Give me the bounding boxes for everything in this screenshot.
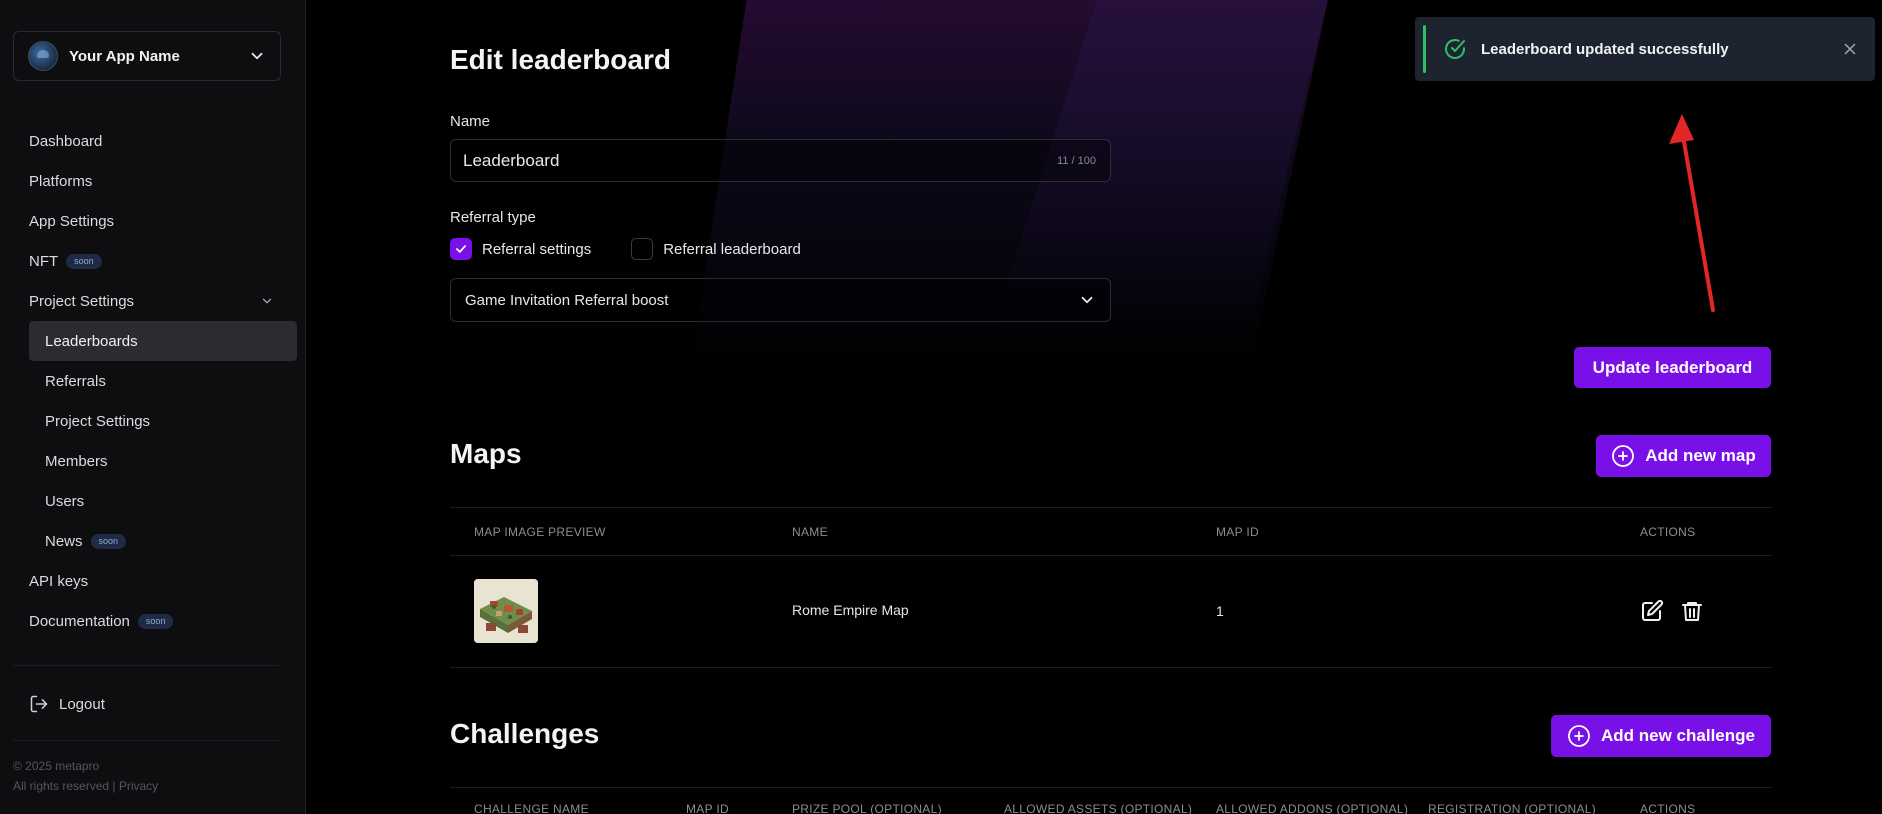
- map-name: Rome Empire Map: [792, 602, 909, 618]
- add-new-map-button[interactable]: Add new map: [1596, 435, 1771, 477]
- sidebar-item-project-settings[interactable]: Project Settings: [0, 401, 306, 441]
- column-header: REGISTRATION (OPTIONAL): [1428, 802, 1597, 814]
- plus-circle-icon: [1568, 725, 1590, 747]
- logout-label: Logout: [59, 695, 105, 713]
- trash-icon[interactable]: [1680, 599, 1704, 623]
- name-input-value: Leaderboard: [463, 151, 560, 170]
- toast-message: Leaderboard updated successfully: [1481, 40, 1729, 58]
- toast-notification: Leaderboard updated successfully: [1415, 17, 1875, 81]
- edit-icon[interactable]: [1640, 599, 1664, 623]
- app-name: Your App Name: [69, 47, 180, 65]
- sidebar-item-documentation[interactable]: Documentation soon: [0, 601, 306, 641]
- column-header: MAP IMAGE PREVIEW: [474, 525, 606, 539]
- rights-text[interactable]: All rights reserved | Privacy: [13, 776, 158, 796]
- sidebar-item-referrals[interactable]: Referrals: [0, 361, 306, 401]
- sidebar-nav: Dashboard Platforms App Settings NFT soon…: [0, 121, 306, 641]
- sidebar-item-label: API keys: [29, 572, 89, 590]
- sidebar-item-label: Referrals: [45, 372, 106, 390]
- sidebar-item-dashboard[interactable]: Dashboard: [0, 121, 306, 161]
- sidebar: Your App Name Dashboard Platforms App Se…: [0, 0, 306, 814]
- column-header: ALLOWED ASSETS (OPTIONAL): [1004, 802, 1193, 814]
- sidebar-item-leaderboards[interactable]: Leaderboards: [29, 321, 297, 361]
- name-input[interactable]: Leaderboard 11 / 100: [450, 139, 1111, 182]
- column-header: ACTIONS: [1640, 802, 1696, 814]
- referral-leaderboard-option[interactable]: Referral leaderboard: [631, 238, 801, 260]
- sidebar-item-label: Leaderboards: [45, 332, 138, 350]
- column-header: ALLOWED ADDONS (OPTIONAL): [1216, 802, 1409, 814]
- challenges-table: CHALLENGE NAME MAP ID PRIZE POOL (OPTION…: [450, 787, 1771, 814]
- sidebar-item-project-settings-group[interactable]: Project Settings: [0, 281, 306, 321]
- map-illustration: [474, 579, 538, 643]
- check-circle-icon: [1445, 39, 1465, 59]
- sidebar-item-platforms[interactable]: Platforms: [0, 161, 306, 201]
- soon-badge: soon: [90, 533, 127, 549]
- referral-leaderboard-label: Referral leaderboard: [663, 240, 801, 258]
- maps-title: Maps: [450, 438, 522, 469]
- sidebar-item-news[interactable]: News soon: [0, 521, 306, 561]
- chevron-down-icon: [262, 298, 272, 304]
- maps-table: MAP IMAGE PREVIEW NAME MAP ID ACTIONS Ro…: [450, 507, 1771, 668]
- sidebar-item-label: News: [45, 532, 83, 550]
- referral-leaderboard-checkbox[interactable]: [631, 238, 654, 260]
- page-title: Edit leaderboard: [450, 44, 671, 75]
- referral-settings-option[interactable]: Referral settings: [450, 238, 591, 260]
- sidebar-item-label: NFT: [29, 252, 59, 270]
- referral-type-label: Referral type: [450, 209, 536, 226]
- referral-select[interactable]: Game Invitation Referral boost: [450, 278, 1111, 322]
- column-header: CHALLENGE NAME: [474, 802, 589, 814]
- sidebar-item-label: Project Settings: [45, 412, 151, 430]
- sidebar-item-label: Dashboard: [29, 132, 103, 150]
- add-new-challenge-label: Add new challenge: [1601, 726, 1755, 745]
- column-header: NAME: [792, 525, 828, 539]
- logout-button[interactable]: Logout: [29, 694, 105, 714]
- name-label: Name: [450, 113, 491, 130]
- referral-select-value: Game Invitation Referral boost: [465, 291, 669, 309]
- close-icon[interactable]: [1841, 40, 1859, 58]
- sidebar-item-label: Documentation: [29, 612, 130, 630]
- update-leaderboard-label: Update leaderboard: [1592, 357, 1753, 377]
- column-header: MAP ID: [686, 802, 729, 814]
- app-switcher[interactable]: Your App Name: [13, 31, 281, 81]
- sidebar-divider: [13, 665, 279, 666]
- sidebar-item-nft[interactable]: NFT soon: [0, 241, 306, 281]
- map-image-preview: [474, 579, 538, 643]
- copyright-text: © 2025 metapro: [13, 759, 100, 773]
- sidebar-item-label: Users: [45, 492, 85, 510]
- referral-type-options: Referral settings Referral leaderboard: [450, 238, 841, 260]
- chevron-down-icon: [1081, 296, 1093, 304]
- sidebar-item-api-keys[interactable]: API keys: [0, 561, 306, 601]
- sidebar-item-label: Platforms: [29, 172, 93, 190]
- update-leaderboard-button[interactable]: Update leaderboard: [1574, 347, 1771, 388]
- logout-icon: [30, 695, 48, 713]
- challenges-title: Challenges: [450, 718, 600, 749]
- annotation-arrow-icon: [1669, 114, 1715, 312]
- column-header: PRIZE POOL (OPTIONAL): [792, 802, 942, 814]
- char-counter: 11 / 100: [1057, 155, 1096, 167]
- check-icon: [456, 245, 466, 253]
- chevron-down-icon: [251, 52, 263, 60]
- sidebar-item-label: App Settings: [29, 212, 115, 230]
- map-id: 1: [1216, 603, 1224, 619]
- sidebar-item-label: Members: [45, 452, 108, 470]
- sidebar-item-members[interactable]: Members: [0, 441, 306, 481]
- plus-circle-icon: [1612, 445, 1635, 467]
- app-avatar: [28, 41, 58, 71]
- toast-accent-bar: [1423, 25, 1426, 73]
- add-new-map-label: Add new map: [1645, 446, 1756, 465]
- soon-badge: soon: [66, 253, 102, 269]
- row-divider: [450, 667, 1771, 668]
- copyright: © 2025 metapro All rights reserved | Pri…: [13, 756, 158, 796]
- sidebar-item-label: Project Settings: [29, 292, 135, 310]
- referral-settings-checkbox[interactable]: [450, 238, 472, 260]
- sidebar-divider: [13, 740, 279, 741]
- column-header: ACTIONS: [1640, 525, 1696, 539]
- referral-settings-label: Referral settings: [482, 240, 592, 258]
- sidebar-item-app-settings[interactable]: App Settings: [0, 201, 306, 241]
- column-header: MAP ID: [1216, 525, 1259, 539]
- soon-badge: soon: [137, 613, 174, 629]
- add-new-challenge-button[interactable]: Add new challenge: [1551, 715, 1771, 757]
- sidebar-item-users[interactable]: Users: [0, 481, 306, 521]
- row-divider: [450, 555, 1771, 556]
